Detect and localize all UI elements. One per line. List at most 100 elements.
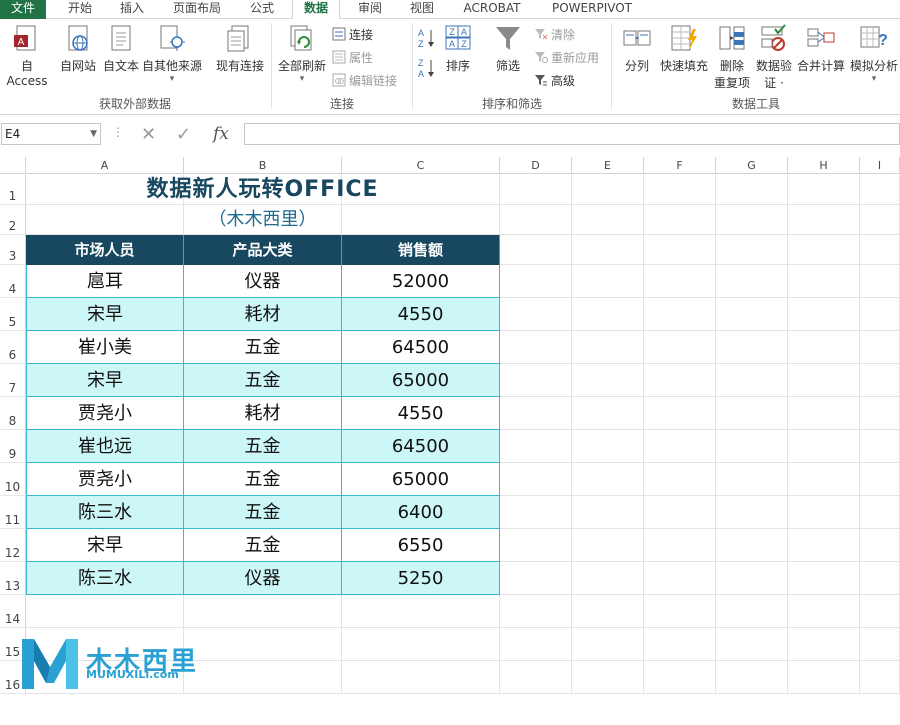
grid-cell[interactable] [716,235,788,265]
grid-cell[interactable] [860,397,900,430]
tab-view[interactable]: 视图 [400,0,444,19]
tab-home[interactable]: 开始 [58,0,102,19]
grid-cell[interactable] [500,430,572,463]
table-cell[interactable]: 崔也远 [26,430,184,463]
grid-cell[interactable] [500,235,572,265]
tab-data[interactable]: 数据 [292,0,340,20]
grid-cell[interactable] [788,463,860,496]
from-web-button[interactable]: 自网站 [58,23,98,74]
edit-links-button[interactable]: 编辑链接 [332,72,397,89]
tab-acrobat[interactable]: ACROBAT [456,0,528,19]
refresh-all-button[interactable]: 全部刷新 ▾ [274,23,330,84]
grid-cell[interactable] [644,397,716,430]
grid-cell[interactable] [500,205,572,235]
sort-ascending-button[interactable]: A Z [418,27,436,52]
column-header-e[interactable]: E [572,157,644,174]
grid-cell[interactable] [716,595,788,628]
grid-cell[interactable] [860,298,900,331]
grid-cell[interactable] [572,595,644,628]
table-cell[interactable]: 4550 [342,397,500,430]
grid-cell[interactable] [644,496,716,529]
grid-cell[interactable] [572,364,644,397]
grid-cell[interactable] [572,562,644,595]
grid-cell[interactable] [500,595,572,628]
grid-cell[interactable] [788,661,860,694]
grid-cell[interactable] [860,175,900,205]
from-access-button[interactable]: A 自 Access [0,23,54,88]
row-header-10[interactable]: 10 [0,463,26,496]
grid-cell[interactable] [500,463,572,496]
grid-cell[interactable] [500,331,572,364]
tab-page-layout[interactable]: 页面布局 [164,0,230,19]
row-header-14[interactable]: 14 [0,595,26,628]
connections-button[interactable]: 连接 [332,26,373,43]
column-header-i[interactable]: I [860,157,900,174]
data-validation-button[interactable]: 数据验 证 · [754,23,794,91]
table-cell[interactable]: 仪器 [184,265,342,298]
tab-file[interactable]: 文件 [0,0,46,19]
existing-connections-button[interactable]: 现有连接 [212,23,268,74]
grid-cell[interactable] [716,175,788,205]
table-cell[interactable]: 64500 [342,430,500,463]
grid-cell[interactable] [184,661,342,694]
grid-cell[interactable] [716,628,788,661]
grid-cell[interactable] [644,595,716,628]
filter-button[interactable]: 筛选 [490,23,526,74]
row-header-3[interactable]: 3 [0,235,26,265]
grid-cell[interactable] [788,496,860,529]
row-header-6[interactable]: 6 [0,331,26,364]
grid-cell[interactable] [788,235,860,265]
grid-cell[interactable] [788,430,860,463]
grid-cell[interactable] [716,562,788,595]
grid-cell[interactable] [716,661,788,694]
grid-cell[interactable] [644,430,716,463]
grid-cell[interactable] [788,331,860,364]
from-other-sources-button[interactable]: 自其他来源 ▾ [141,23,203,84]
grid-cell[interactable] [644,661,716,694]
text-to-columns-button[interactable]: 分列 [618,23,656,74]
table-header-cell[interactable]: 市场人员 [26,235,184,265]
grid-cell[interactable] [572,205,644,235]
cancel-entry-icon[interactable]: ✕ [141,124,156,145]
table-cell[interactable]: 五金 [184,463,342,496]
grid-cell[interactable] [788,595,860,628]
table-cell[interactable]: 宋早 [26,529,184,562]
remove-duplicates-button[interactable]: 删除 重复项 [712,23,752,91]
grid-cell[interactable] [500,265,572,298]
table-cell[interactable]: 6550 [342,529,500,562]
name-box[interactable]: E4 ▼ [1,123,101,145]
grid-cell[interactable] [572,175,644,205]
what-if-analysis-button[interactable]: ? 模拟分析 ▾ [848,23,900,84]
grid-cell[interactable] [644,265,716,298]
column-header-d[interactable]: D [500,157,572,174]
grid-cell[interactable] [860,661,900,694]
table-cell[interactable]: 4550 [342,298,500,331]
column-header-b[interactable]: B [184,157,342,174]
grid-cell[interactable] [860,562,900,595]
grid-cell[interactable] [716,265,788,298]
grid-cell[interactable] [644,331,716,364]
grid-cell[interactable] [572,331,644,364]
grid-cell[interactable] [716,364,788,397]
grid-cell[interactable] [716,463,788,496]
grid-cell[interactable] [644,175,716,205]
grid-cell[interactable] [860,529,900,562]
chevron-down-icon[interactable]: ▼ [90,124,97,144]
table-header-cell[interactable]: 产品大类 [184,235,342,265]
row-header-7[interactable]: 7 [0,364,26,397]
grid-cell[interactable] [644,205,716,235]
column-header-h[interactable]: H [788,157,860,174]
row-header-13[interactable]: 13 [0,562,26,595]
grid-cell[interactable] [788,628,860,661]
grid-cell[interactable] [860,496,900,529]
grid-cell[interactable] [644,298,716,331]
grid-cell[interactable] [500,175,572,205]
grid-cell[interactable] [860,265,900,298]
from-text-button[interactable]: 自文本 [101,23,141,74]
table-cell[interactable]: 耗材 [184,298,342,331]
table-cell[interactable]: 五金 [184,529,342,562]
grid-cell[interactable] [500,661,572,694]
confirm-entry-icon[interactable]: ✓ [176,124,191,145]
table-cell[interactable]: 贾尧小 [26,463,184,496]
grid-cell[interactable] [572,298,644,331]
